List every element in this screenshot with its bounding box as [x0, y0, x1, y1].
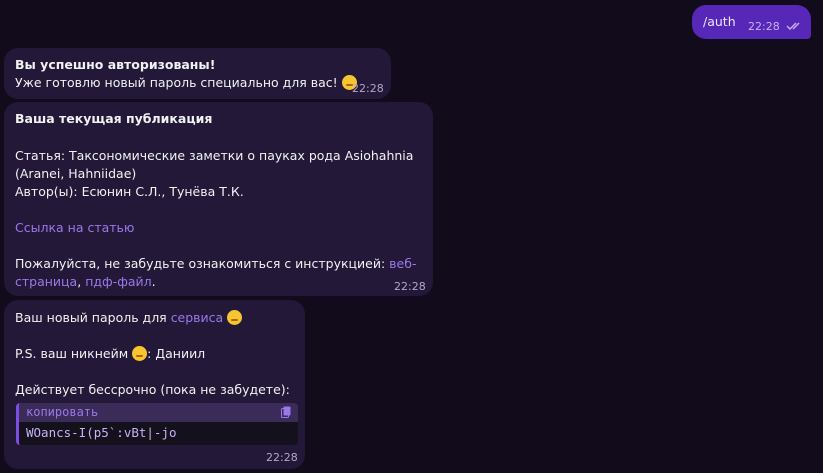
message-password[interactable]: Ваш новый пароль для сервиса P.S. ваш ни… — [4, 300, 305, 469]
article-authors: Автор(ы): Есюнин С.Л., Тунёва Т.К. — [15, 184, 244, 199]
double-check-icon — [786, 22, 800, 30]
message-text: Уже готовлю новый пароль специально для … — [15, 74, 357, 92]
publication-title: Ваша текущая публикация — [15, 111, 213, 126]
woozy-face-emoji — [227, 310, 243, 325]
outgoing-message-text: /auth — [703, 14, 736, 29]
nickname-line: P.S. ваш никнейм: Даниил — [15, 346, 206, 361]
message-time: 22:28 — [352, 82, 384, 95]
outgoing-message[interactable]: /auth 22:28 — [692, 5, 811, 39]
message-auth-success[interactable]: Вы успешно авторизованы! Уже готовлю нов… — [4, 48, 391, 99]
copy-icon[interactable] — [281, 406, 291, 418]
message-publication[interactable]: Ваша текущая публикация Статья: Таксоном… — [4, 102, 433, 296]
instructions-line1: Пожалуйста, не забудьте ознакомиться с и… — [15, 256, 417, 271]
web-page-link[interactable]: веб- — [389, 256, 416, 271]
message-time: 22:28 — [394, 280, 426, 293]
password-text[interactable]: WOancs-I(p5`:vBt|-jo — [19, 422, 298, 444]
web-page-link-cont[interactable]: страница — [15, 274, 77, 289]
password-intro: Ваш новый пароль для сервиса — [15, 309, 243, 327]
article-title-line2: (Aranei, Hahniidae) — [15, 166, 137, 181]
password-code-block[interactable]: копировать WOancs-I(p5`:vBt|-jo — [16, 403, 298, 445]
article-title-line1: Статья: Таксономические заметки о пауках… — [15, 148, 414, 163]
article-link[interactable]: Ссылка на статью — [15, 219, 134, 237]
message-time: 22:28 — [266, 451, 298, 464]
instructions-line2: страница, пдф-файл. — [15, 274, 156, 289]
message-time: 22:28 — [748, 20, 780, 33]
service-link[interactable]: сервиса — [171, 310, 224, 325]
pdf-file-link[interactable]: пдф-файл — [85, 274, 151, 289]
copy-header[interactable]: копировать — [19, 403, 298, 422]
validity-text: Действует бессрочно (пока не забудете): — [15, 382, 290, 397]
message-title: Вы успешно авторизованы! — [15, 57, 216, 72]
copy-label: копировать — [26, 405, 99, 419]
shushing-face-emoji — [132, 346, 148, 361]
